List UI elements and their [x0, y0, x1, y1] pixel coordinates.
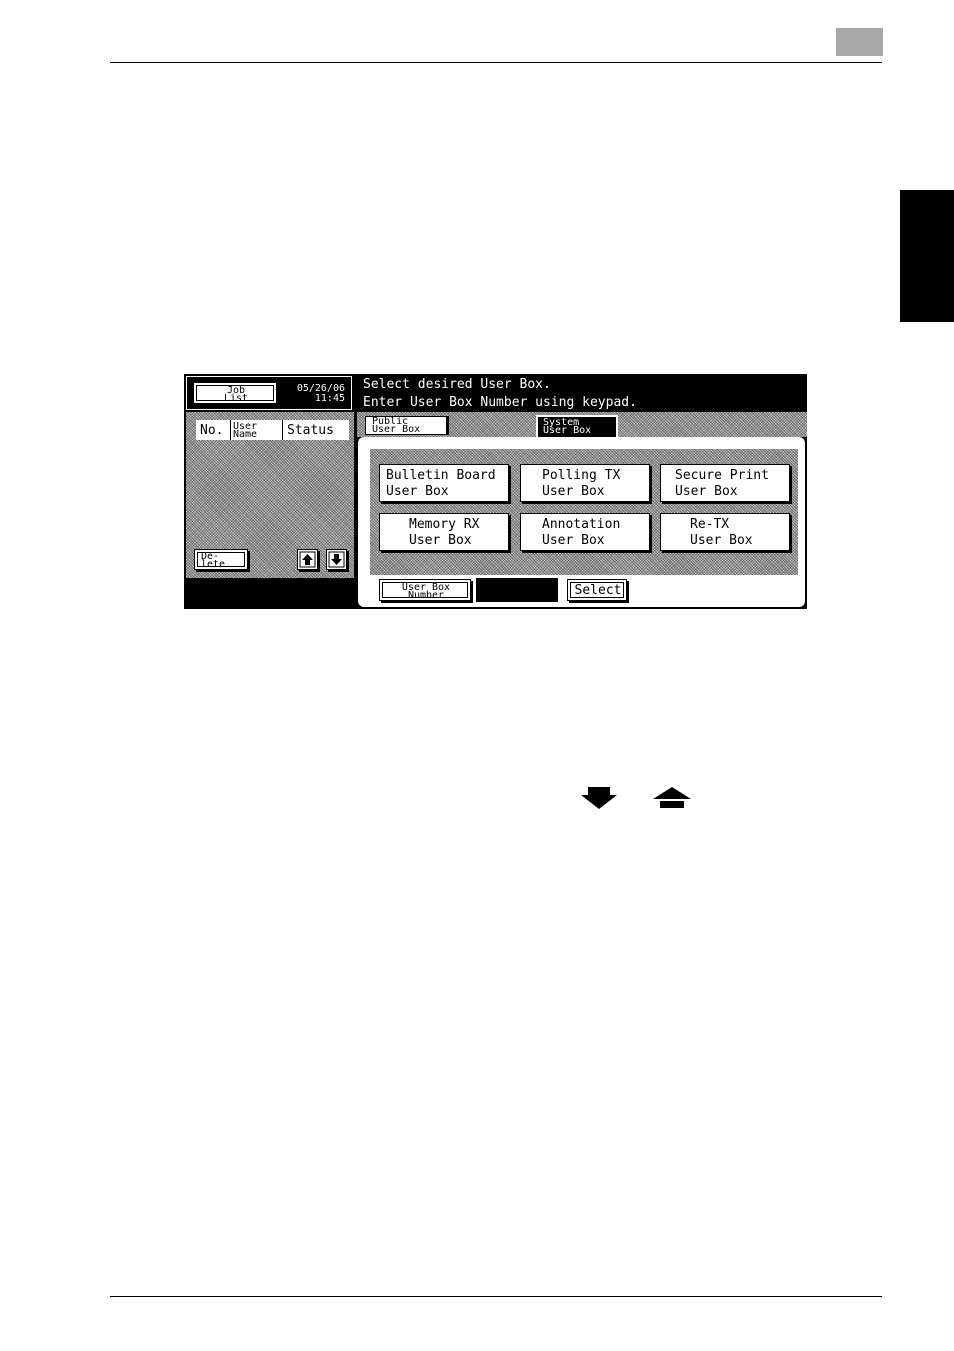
user-box-number-button[interactable]: User Box Number [379, 579, 471, 601]
job-list-label-2: List [223, 393, 249, 404]
secure-print-label-2: User Box [675, 484, 738, 499]
time-display: 11:45 [314, 393, 345, 404]
down-arrow-icon [328, 551, 345, 568]
re-tx-label-1: Re-TX [690, 517, 730, 532]
annotation-user-box-button[interactable]: Annotation User Box [520, 513, 650, 551]
control-panel-screen: Job List 05/26/06 11:45 No. User Name St… [184, 374, 807, 609]
job-table-header: No. User Name Status [196, 420, 349, 440]
polling-tx-user-box-button[interactable]: Polling TX User Box [520, 464, 650, 502]
job-list-area: No. User Name Status De- lete [186, 412, 354, 578]
scroll-up-button[interactable] [297, 549, 318, 570]
instruction-line-1: Select desired User Box. [363, 377, 551, 392]
secure-print-label-1: Secure Print [675, 468, 769, 483]
bulletin-board-label-2: User Box [386, 484, 449, 499]
bulletin-board-user-box-button[interactable]: Bulletin Board User Box [379, 464, 509, 502]
user-box-number-label-2: Number [407, 590, 445, 601]
tab-system-user-box[interactable]: System User Box [536, 415, 618, 439]
chapter-side-tab [900, 190, 954, 322]
re-tx-user-box-button[interactable]: Re-TX User Box [660, 513, 790, 551]
col-status-label: Status [287, 423, 334, 438]
scroll-down-button[interactable] [326, 549, 347, 570]
tab-public-user-box[interactable]: Public User Box [365, 416, 447, 435]
page-number-tab [836, 28, 883, 56]
tab-system-label-2: User Box [543, 425, 592, 436]
col-no-label: No. [200, 423, 224, 438]
up-arrow-icon [299, 551, 316, 568]
col-user-name-label-2: Name [233, 429, 258, 440]
select-label: Select [574, 583, 622, 598]
inline-up-arrow [652, 786, 692, 814]
polling-tx-label-1: Polling TX [542, 468, 621, 483]
header-rule [110, 62, 882, 63]
bulletin-board-label-1: Bulletin Board [386, 468, 496, 483]
user-box-content: Bulletin Board User Box Polling TX User … [358, 437, 805, 607]
delete-button[interactable]: De- lete [194, 549, 248, 570]
user-box-button-grid: Bulletin Board User Box Polling TX User … [370, 449, 798, 575]
memory-rx-label-1: Memory RX [409, 517, 480, 532]
select-button[interactable]: Select [567, 579, 627, 601]
delete-label-2: lete [201, 559, 226, 570]
secure-print-user-box-button[interactable]: Secure Print User Box [660, 464, 790, 502]
polling-tx-label-2: User Box [542, 484, 605, 499]
down-arrow-icon [581, 787, 617, 809]
date-display: 05/26/06 [296, 383, 345, 394]
instruction-line-2: Enter User Box Number using keypad. [363, 395, 637, 410]
memory-rx-label-2: User Box [409, 533, 472, 548]
memory-rx-user-box-button[interactable]: Memory RX User Box [379, 513, 509, 551]
annotation-label-2: User Box [542, 533, 605, 548]
inline-down-arrow [580, 786, 618, 814]
job-list-button[interactable]: Job List [193, 382, 277, 404]
job-header: Job List 05/26/06 11:45 [186, 376, 352, 410]
re-tx-label-2: User Box [690, 533, 753, 548]
footer-rule [110, 1296, 882, 1297]
up-arrow-icon [653, 787, 691, 808]
annotation-label-1: Annotation [542, 517, 621, 532]
tab-public-label-2: User Box [372, 424, 421, 435]
user-box-number-field[interactable] [476, 578, 558, 602]
